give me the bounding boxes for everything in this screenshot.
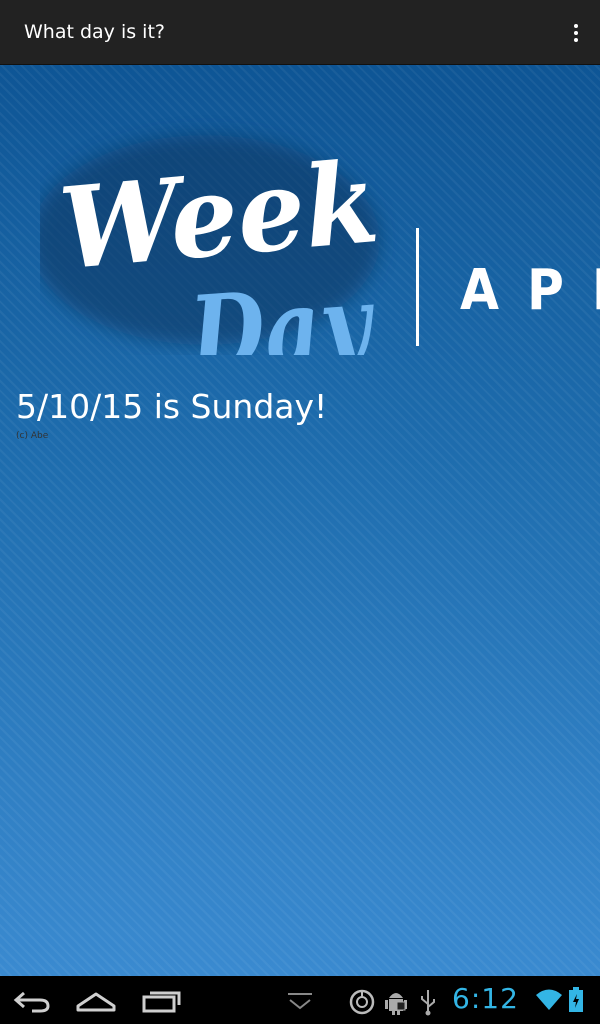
- recent-apps-button[interactable]: [140, 984, 184, 1016]
- status-clock: 6:12: [452, 982, 519, 1015]
- main-content: Week Day APP 5/10/15 is Sunday! (c) Abe: [0, 65, 600, 976]
- recent-apps-icon: [142, 991, 181, 1013]
- back-button[interactable]: [10, 984, 54, 1016]
- android-debug-icon: [384, 988, 408, 1020]
- action-bar: What day is it?: [0, 0, 600, 65]
- copyright-text: (c) Abe: [16, 431, 49, 441]
- more-vert-icon: [574, 24, 578, 28]
- app-title: What day is it?: [24, 21, 165, 43]
- more-vert-icon-dot: [574, 38, 578, 42]
- overflow-menu-button[interactable]: [564, 17, 588, 49]
- home-icon: [76, 992, 116, 1012]
- weekday-app-logo: Week Day APP: [40, 115, 600, 355]
- logo-divider: [416, 228, 419, 346]
- home-button[interactable]: [74, 984, 118, 1016]
- collapse-button[interactable]: [278, 984, 322, 1016]
- usb-icon: [418, 988, 438, 1020]
- collapse-icon: [288, 993, 312, 1010]
- back-icon: [13, 991, 50, 1013]
- battery-icon: [568, 986, 584, 1018]
- logo-app-text: APP: [460, 258, 600, 323]
- system-nav-bar: 6:12: [0, 976, 600, 1024]
- logo-word-day: Day: [184, 260, 380, 355]
- wifi-icon: [535, 986, 563, 1016]
- sync-icon: [348, 988, 376, 1020]
- more-vert-icon-dot: [574, 31, 578, 35]
- result-text: 5/10/15 is Sunday!: [16, 387, 328, 426]
